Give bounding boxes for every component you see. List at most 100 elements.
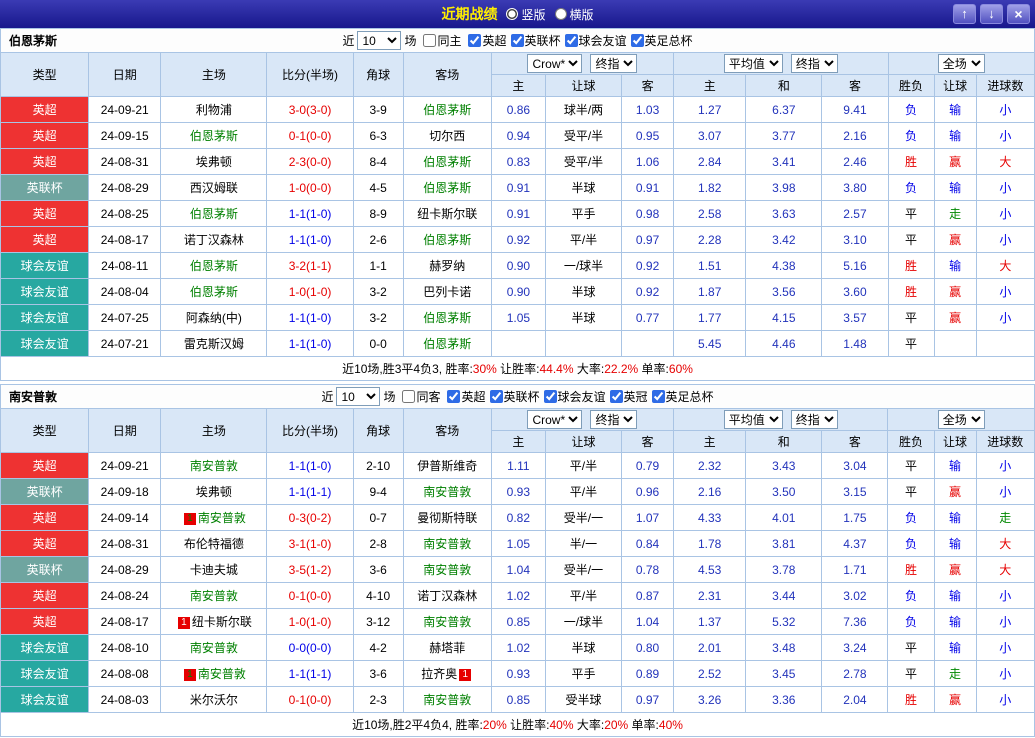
match-score[interactable]: 3-1(1-0) (267, 531, 353, 557)
move-up-button[interactable]: ↑ (953, 4, 976, 24)
league-checkbox[interactable] (468, 34, 481, 47)
match-score[interactable]: 3-0(3-0) (267, 97, 353, 123)
home-team[interactable]: 西汉姆联 (161, 175, 267, 201)
home-team[interactable]: 南安普敦 (161, 635, 267, 661)
league-filter[interactable]: 英冠 (610, 388, 648, 405)
match-score[interactable]: 1-1(1-1) (267, 661, 353, 687)
away-team[interactable]: 拉齐奥1 (403, 661, 491, 687)
home-team[interactable]: 1南安普敦 (161, 661, 267, 687)
match-score[interactable]: 1-1(1-0) (267, 227, 353, 253)
league-checkbox[interactable] (490, 390, 503, 403)
match-score[interactable]: 0-1(0-0) (267, 687, 353, 713)
avg-source-select[interactable]: 平均值 (724, 54, 783, 73)
odds-stage-select[interactable]: 终指 (590, 54, 637, 73)
match-score[interactable]: 1-1(1-0) (267, 201, 353, 227)
league-checkbox[interactable] (447, 390, 460, 403)
home-team[interactable]: 诺丁汉森林 (161, 227, 267, 253)
away-team[interactable]: 南安普敦 (403, 479, 491, 505)
away-team[interactable]: 巴列卡诺 (403, 279, 491, 305)
match-score[interactable]: 1-1(1-1) (267, 479, 353, 505)
avg-stage-select[interactable]: 终指 (791, 54, 838, 73)
vertical-radio-input[interactable] (506, 8, 518, 20)
layout-radio-horizontal[interactable]: 横版 (555, 6, 594, 23)
home-team[interactable]: 雷克斯汉姆 (161, 331, 267, 357)
layout-radio-vertical[interactable]: 竖版 (506, 6, 545, 23)
home-team[interactable]: 伯恩茅斯 (161, 123, 267, 149)
home-team[interactable]: 利物浦 (161, 97, 267, 123)
away-team[interactable]: 曼彻斯特联 (403, 505, 491, 531)
avg-source-select[interactable]: 平均值 (724, 410, 783, 429)
match-score[interactable]: 1-0(0-0) (267, 175, 353, 201)
home-team[interactable]: 1南安普敦 (161, 505, 267, 531)
home-team[interactable]: 米尔沃尔 (161, 687, 267, 713)
home-team[interactable]: 布伦特福德 (161, 531, 267, 557)
away-team[interactable]: 南安普敦 (403, 531, 491, 557)
scope-select[interactable]: 全场 (938, 54, 985, 73)
same-venue-checkbox[interactable] (402, 390, 415, 403)
away-team[interactable]: 赫罗纳 (403, 253, 491, 279)
home-team[interactable]: 伯恩茅斯 (161, 253, 267, 279)
recent-count-select[interactable]: 10 (357, 31, 401, 50)
away-team[interactable]: 伯恩茅斯 (403, 331, 491, 357)
match-score[interactable]: 0-0(0-0) (267, 635, 353, 661)
match-score[interactable]: 1-1(1-0) (267, 453, 353, 479)
league-filter[interactable]: 英联杯 (490, 388, 540, 405)
away-team[interactable]: 伯恩茅斯 (403, 227, 491, 253)
match-score[interactable]: 0-1(0-0) (267, 123, 353, 149)
league-checkbox[interactable] (631, 34, 644, 47)
home-team[interactable]: 南安普敦 (161, 453, 267, 479)
avg-stage-select[interactable]: 终指 (791, 410, 838, 429)
league-filter[interactable]: 英超 (447, 388, 485, 405)
scope-select[interactable]: 全场 (938, 410, 985, 429)
match-score[interactable]: 0-3(0-2) (267, 505, 353, 531)
league-filter[interactable]: 英超 (468, 32, 506, 49)
league-checkbox[interactable] (610, 390, 623, 403)
away-team[interactable]: 南安普敦 (403, 687, 491, 713)
same-venue-filter[interactable]: 同客 (402, 388, 440, 405)
away-team[interactable]: 南安普敦 (403, 609, 491, 635)
away-team[interactable]: 南安普敦 (403, 557, 491, 583)
close-button[interactable]: × (1007, 4, 1030, 24)
home-team[interactable]: 埃弗顿 (161, 149, 267, 175)
same-venue-checkbox[interactable] (423, 34, 436, 47)
league-filter[interactable]: 英联杯 (511, 32, 561, 49)
league-filter[interactable]: 英足总杯 (652, 388, 714, 405)
home-team[interactable]: 伯恩茅斯 (161, 279, 267, 305)
home-team[interactable]: 伯恩茅斯 (161, 201, 267, 227)
odds-company-select[interactable]: Crow* (527, 410, 582, 429)
match-score[interactable]: 1-1(1-0) (267, 331, 353, 357)
league-filter[interactable]: 球会友谊 (544, 388, 606, 405)
horizontal-radio-input[interactable] (555, 8, 567, 20)
match-score[interactable]: 3-5(1-2) (267, 557, 353, 583)
away-team[interactable]: 伯恩茅斯 (403, 305, 491, 331)
same-venue-filter[interactable]: 同主 (423, 32, 461, 49)
away-team[interactable]: 伊普斯维奇 (403, 453, 491, 479)
away-team[interactable]: 诺丁汉森林 (403, 583, 491, 609)
away-team[interactable]: 赫塔菲 (403, 635, 491, 661)
away-team[interactable]: 纽卡斯尔联 (403, 201, 491, 227)
match-score[interactable]: 3-2(1-1) (267, 253, 353, 279)
home-team[interactable]: 阿森纳(中) (161, 305, 267, 331)
league-checkbox[interactable] (511, 34, 524, 47)
away-team[interactable]: 伯恩茅斯 (403, 175, 491, 201)
match-score[interactable]: 1-0(1-0) (267, 609, 353, 635)
league-checkbox[interactable] (544, 390, 557, 403)
away-team[interactable]: 伯恩茅斯 (403, 149, 491, 175)
home-team[interactable]: 埃弗顿 (161, 479, 267, 505)
match-score[interactable]: 0-1(0-0) (267, 583, 353, 609)
league-checkbox[interactable] (565, 34, 578, 47)
home-team[interactable]: 卡迪夫城 (161, 557, 267, 583)
league-filter[interactable]: 球会友谊 (565, 32, 627, 49)
away-team[interactable]: 切尔西 (403, 123, 491, 149)
league-checkbox[interactable] (652, 390, 665, 403)
move-down-button[interactable]: ↓ (980, 4, 1003, 24)
league-filter[interactable]: 英足总杯 (631, 32, 693, 49)
match-score[interactable]: 2-3(0-0) (267, 149, 353, 175)
match-score[interactable]: 1-0(1-0) (267, 279, 353, 305)
odds-stage-select[interactable]: 终指 (590, 410, 637, 429)
recent-count-select[interactable]: 10 (336, 387, 380, 406)
match-score[interactable]: 1-1(1-0) (267, 305, 353, 331)
away-team[interactable]: 伯恩茅斯 (403, 97, 491, 123)
home-team[interactable]: 1纽卡斯尔联 (161, 609, 267, 635)
home-team[interactable]: 南安普敦 (161, 583, 267, 609)
